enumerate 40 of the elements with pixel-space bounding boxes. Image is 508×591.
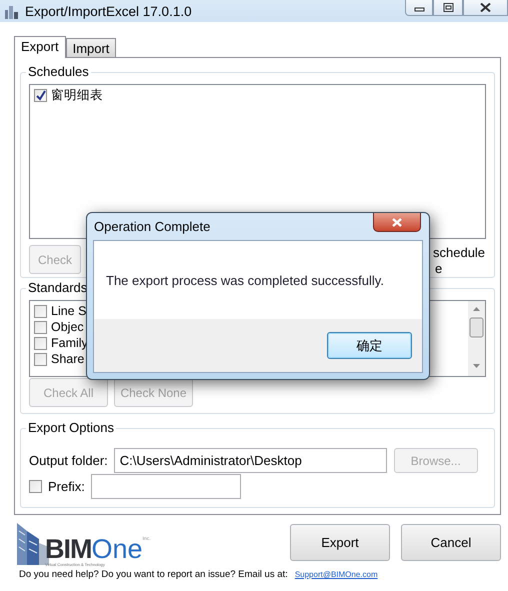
tab[interactable]: Import <box>66 38 116 57</box>
checkbox-label: Objec <box>51 320 84 334</box>
app-icon <box>4 4 19 18</box>
prefix-field[interactable] <box>90 474 241 499</box>
checkbox-label: Prefix: <box>48 479 85 494</box>
checkbox-label: Share <box>51 352 84 366</box>
note-text: e <box>434 261 442 277</box>
window-title: Export/ImportExcel 17.0.1.0 <box>25 4 193 18</box>
note-text: schedule <box>433 245 486 261</box>
checkbox-label: Line S <box>51 304 86 318</box>
help-text: Do you need help? Do you want to report an issue? Email us at: <box>19 569 288 580</box>
close-button[interactable] <box>373 213 421 232</box>
scrollbar[interactable] <box>468 301 485 376</box>
checkbox[interactable] <box>34 304 47 318</box>
checkbox[interactable] <box>34 88 47 102</box>
close-icon <box>391 216 403 228</box>
close-icon <box>480 3 491 12</box>
dialog-message: The export process was completed successfully. <box>106 272 384 288</box>
group-title: Export Options <box>26 420 116 436</box>
logo-text: One <box>92 536 143 562</box>
ok-button[interactable]: 确定 <box>327 332 412 359</box>
checkbox-label: 窗明细表 <box>51 86 103 104</box>
cancel-button[interactable]: Cancel <box>401 524 501 560</box>
maximize-button[interactable] <box>433 0 463 16</box>
checkbox[interactable] <box>34 320 47 334</box>
checkbox[interactable] <box>34 336 47 350</box>
maximize-icon <box>442 3 454 12</box>
logo-text: BIM <box>45 536 92 562</box>
tab[interactable]: Export <box>14 36 66 58</box>
output-folder-field[interactable]: C:\Users\Administrator\Desktop <box>114 448 387 473</box>
checkbox-label: Family <box>51 336 88 350</box>
check-icon <box>35 90 46 100</box>
checkbox[interactable] <box>29 480 42 493</box>
field-label: Output folder: <box>29 453 108 468</box>
checkbox[interactable] <box>34 352 47 366</box>
export-button[interactable]: Export <box>290 524 390 560</box>
close-button[interactable] <box>463 0 508 16</box>
dialog-title: Operation Complete <box>93 219 210 234</box>
minimize-button[interactable] <box>405 0 433 16</box>
support-link[interactable]: Support@BIMOne.com <box>294 570 378 579</box>
